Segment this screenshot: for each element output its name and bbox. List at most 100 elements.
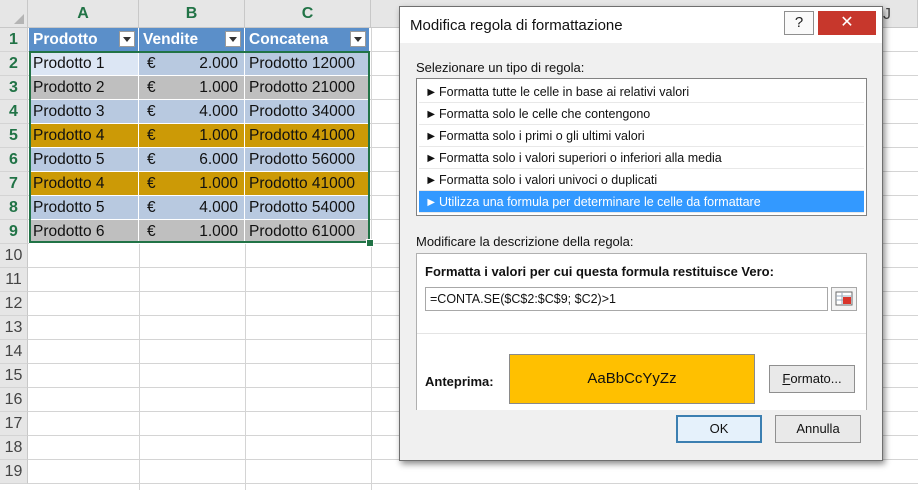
table-header-label: Prodotto — [33, 31, 98, 48]
cell-vendite[interactable]: €4.000 — [139, 196, 245, 220]
rule-type-item[interactable]: ► Formatta solo i valori superiori o infe… — [419, 147, 864, 169]
currency-symbol: € — [147, 223, 156, 240]
cell-text: Prodotto 54000 — [249, 199, 356, 216]
row-header[interactable]: 4 — [0, 100, 28, 124]
fill-handle[interactable] — [366, 239, 374, 247]
row-header[interactable]: 10 — [0, 244, 28, 268]
cell-prodotto[interactable]: Prodotto 5 — [29, 196, 139, 220]
row-header[interactable]: 18 — [0, 436, 28, 460]
row-header[interactable]: 2 — [0, 52, 28, 76]
row-header[interactable]: 11 — [0, 268, 28, 292]
column-header-j[interactable]: J — [883, 6, 891, 24]
rule-arrow-icon: ► — [425, 129, 438, 143]
ok-button[interactable]: OK — [676, 415, 762, 443]
column-header-b[interactable]: B — [139, 0, 245, 28]
cell-concatena[interactable]: Prodotto 21000 — [245, 76, 370, 100]
select-all-corner[interactable] — [0, 0, 28, 28]
cell-text: Prodotto 21000 — [249, 79, 356, 96]
cell-vendite[interactable]: €2.000 — [139, 52, 245, 76]
filter-dropdown-icon[interactable] — [350, 31, 366, 47]
cell-concatena[interactable]: Prodotto 56000 — [245, 148, 370, 172]
format-button[interactable]: Formato... — [769, 365, 855, 393]
cell-vendite[interactable]: €6.000 — [139, 148, 245, 172]
cell-prodotto[interactable]: Prodotto 5 — [29, 148, 139, 172]
table-header-label: Vendite — [143, 31, 199, 48]
rule-type-item[interactable]: ► Utilizza una formula per determinare le… — [419, 191, 864, 213]
row-header[interactable]: 7 — [0, 172, 28, 196]
cell-text: Prodotto 61000 — [249, 223, 356, 240]
cell-text: Prodotto 5 — [33, 199, 105, 216]
row-header[interactable]: 16 — [0, 388, 28, 412]
row-header[interactable]: 3 — [0, 76, 28, 100]
rule-type-item[interactable]: ► Formatta solo le celle che contengono — [419, 103, 864, 125]
cell-vendite[interactable]: €1.000 — [139, 124, 245, 148]
cell-prodotto[interactable]: Prodotto 2 — [29, 76, 139, 100]
rule-type-label: Formatta solo i valori univoci o duplica… — [439, 173, 658, 187]
row-header[interactable]: 1 — [0, 28, 28, 52]
cell-prodotto[interactable]: Prodotto 6 — [29, 220, 139, 244]
cell-concatena[interactable]: Prodotto 12000 — [245, 52, 370, 76]
cell-concatena[interactable]: Prodotto 61000 — [245, 220, 370, 244]
rule-arrow-icon: ► — [425, 107, 438, 121]
close-button[interactable]: ✕ — [818, 11, 876, 35]
row-header[interactable]: 5 — [0, 124, 28, 148]
cell-text: Prodotto 4 — [33, 127, 105, 144]
cancel-button[interactable]: Annulla — [775, 415, 861, 443]
rule-type-label: Formatta solo i valori superiori o infer… — [439, 151, 722, 165]
cell-text: Prodotto 41000 — [249, 127, 356, 144]
cell-text: Prodotto 41000 — [249, 175, 356, 192]
rule-type-label: Formatta solo le celle che contengono — [439, 107, 651, 121]
cell-prodotto[interactable]: Prodotto 1 — [29, 52, 139, 76]
preview-swatch: AaBbCcYyZz — [509, 354, 755, 404]
row-header[interactable]: 13 — [0, 316, 28, 340]
column-header-a[interactable]: A — [28, 0, 139, 28]
cell-number: 1.000 — [199, 175, 238, 192]
row-header[interactable]: 15 — [0, 364, 28, 388]
filter-dropdown-icon[interactable] — [119, 31, 135, 47]
edit-description-label: Modificare la descrizione della regola: — [416, 234, 634, 249]
row-header[interactable]: 9 — [0, 220, 28, 244]
grid-line — [371, 28, 372, 490]
cell-vendite[interactable]: €1.000 — [139, 220, 245, 244]
cell-text: Prodotto 4 — [33, 175, 105, 192]
cell-text: Prodotto 56000 — [249, 151, 356, 168]
cell-concatena[interactable]: Prodotto 41000 — [245, 124, 370, 148]
rule-arrow-icon: ► — [425, 173, 438, 187]
cell-number: 1.000 — [199, 223, 238, 240]
rule-type-list[interactable]: ► Formatta tutte le celle in base ai rela… — [416, 78, 867, 216]
column-header-c[interactable]: C — [245, 0, 371, 28]
cell-prodotto[interactable]: Prodotto 3 — [29, 100, 139, 124]
rule-type-item[interactable]: ► Formatta tutte le celle in base ai rela… — [419, 81, 864, 103]
dialog-titlebar[interactable]: Modifica regola di formattazione ? ✕ — [400, 7, 882, 43]
cell-vendite[interactable]: €4.000 — [139, 100, 245, 124]
currency-symbol: € — [147, 127, 156, 144]
cell-prodotto[interactable]: Prodotto 4 — [29, 172, 139, 196]
row-header[interactable]: 19 — [0, 460, 28, 484]
cell-text: Prodotto 6 — [33, 223, 105, 240]
select-all-triangle-icon — [14, 14, 24, 24]
cell-prodotto[interactable]: Prodotto 4 — [29, 124, 139, 148]
rule-description-panel: Formatta i valori per cui questa formula… — [416, 253, 867, 410]
cell-concatena[interactable]: Prodotto 41000 — [245, 172, 370, 196]
row-header[interactable]: 8 — [0, 196, 28, 220]
grid-line — [28, 483, 918, 484]
currency-symbol: € — [147, 79, 156, 96]
cell-text: Prodotto 1 — [33, 55, 105, 72]
cell-concatena[interactable]: Prodotto 34000 — [245, 100, 370, 124]
help-button[interactable]: ? — [784, 11, 814, 35]
formula-input[interactable]: =CONTA.SE($C$2:$C$9; $C2)>1 — [425, 287, 828, 311]
cell-concatena[interactable]: Prodotto 54000 — [245, 196, 370, 220]
row-header[interactable]: 6 — [0, 148, 28, 172]
range-picker-button[interactable] — [831, 287, 857, 311]
row-header[interactable]: 14 — [0, 340, 28, 364]
select-rule-type-label: Selezionare un tipo di regola: — [416, 60, 585, 75]
cell-number: 1.000 — [199, 79, 238, 96]
filter-dropdown-icon[interactable] — [225, 31, 241, 47]
cell-vendite[interactable]: €1.000 — [139, 172, 245, 196]
rule-type-item[interactable]: ► Formatta solo i valori univoci o duplic… — [419, 169, 864, 191]
rule-type-item[interactable]: ► Formatta solo i primi o gli ultimi valo… — [419, 125, 864, 147]
row-header[interactable]: 17 — [0, 412, 28, 436]
cell-vendite[interactable]: €1.000 — [139, 76, 245, 100]
cell-text: Prodotto 34000 — [249, 103, 356, 120]
row-header[interactable]: 12 — [0, 292, 28, 316]
